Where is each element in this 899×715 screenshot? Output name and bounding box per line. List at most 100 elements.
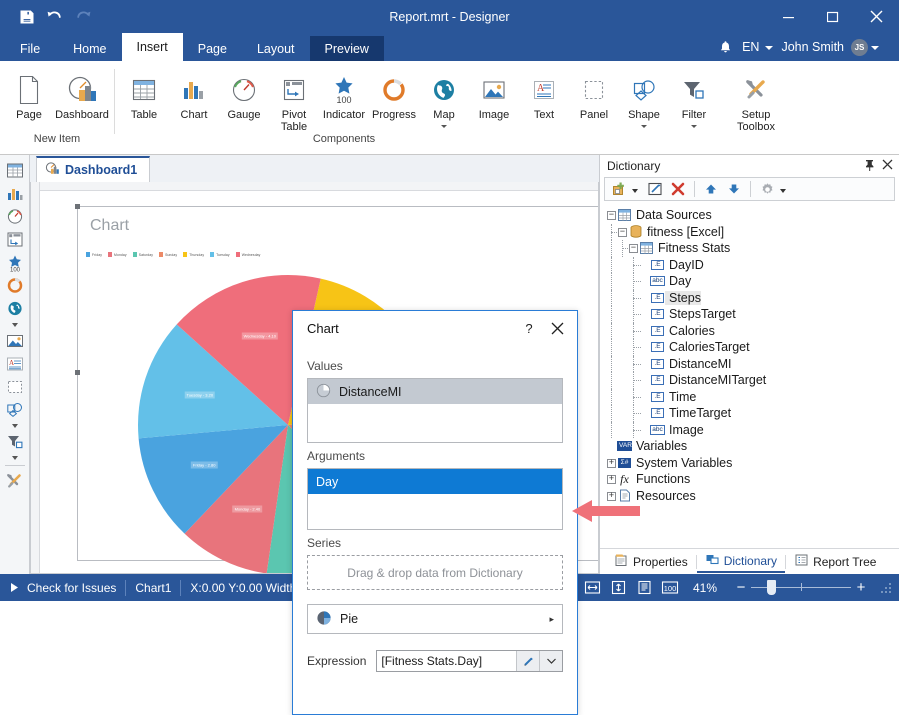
ribbon-tab-page[interactable]: Page <box>183 36 242 61</box>
edit-icon[interactable] <box>645 179 665 199</box>
toolbox-shape-chevron-down-icon[interactable] <box>2 421 28 430</box>
ribbon-tab-preview[interactable]: Preview <box>310 36 384 61</box>
bell-icon[interactable] <box>712 40 738 54</box>
ribbon-button-setup-toolbox[interactable]: Setup Toolbox <box>728 68 784 135</box>
ribbon-tab-home[interactable]: Home <box>58 36 121 61</box>
redo-icon[interactable] <box>70 5 96 29</box>
ribbon-button-filter[interactable]: Filter <box>669 68 719 130</box>
toolbox-panel-tool[interactable] <box>2 375 28 398</box>
tree-expander-slot[interactable] <box>639 405 650 422</box>
fit-height-icon[interactable] <box>605 577 631 599</box>
tree-expander-slot[interactable]: − <box>628 240 639 257</box>
toolbox-filter-chevron-down-icon[interactable] <box>2 453 28 462</box>
tree-expander-slot[interactable] <box>639 422 650 439</box>
language-selector[interactable]: EN <box>738 40 762 54</box>
tree-expander-slot[interactable] <box>639 372 650 389</box>
new-item-chevron-down-icon[interactable] <box>632 189 638 193</box>
tree-node-label[interactable]: System Variables <box>632 456 732 470</box>
dialog-close-icon[interactable] <box>543 314 571 342</box>
tree-node-label[interactable]: DistanceMITarget <box>665 373 766 387</box>
tree-node[interactable]: .EStepsTarget <box>606 306 899 323</box>
tree-node-label[interactable]: DistanceMI <box>665 357 732 371</box>
maximize-button[interactable] <box>811 0 855 33</box>
zoom-100-icon[interactable]: 100 <box>657 577 683 599</box>
tree-node[interactable]: +Σ#System Variables <box>606 455 899 472</box>
ribbon-button-shape[interactable]: Shape <box>619 68 669 130</box>
tree-node[interactable]: .EDistanceMI <box>606 356 899 373</box>
chart-type-selector[interactable]: Pie ▸ <box>307 604 563 634</box>
tree-node-label[interactable]: Variables <box>632 439 687 453</box>
chart-type-expand-icon[interactable]: ▸ <box>549 614 554 625</box>
toolbox-filter-tool[interactable] <box>2 430 28 453</box>
zoom-slider[interactable]: − + <box>731 581 871 595</box>
tree-node[interactable]: − fitness [Excel] <box>606 224 899 241</box>
gear-icon[interactable] <box>757 179 777 199</box>
tree-expander-slot[interactable] <box>639 257 650 274</box>
zoom-out-button[interactable]: − <box>731 581 751 595</box>
panel-tab-dictionary[interactable]: Dictionary <box>697 551 785 573</box>
toolbox-pivot-table-tool[interactable] <box>2 228 28 251</box>
delete-x-icon[interactable] <box>668 179 688 199</box>
tree-node[interactable]: VARVariables <box>606 438 899 455</box>
toolbox-indicator-tool[interactable]: 100 <box>2 251 28 274</box>
tree-node-label[interactable]: Image <box>665 423 704 437</box>
ribbon-button-progress[interactable]: Progress <box>369 68 419 124</box>
ribbon-button-table[interactable]: Table <box>119 68 169 124</box>
tree-expander-slot[interactable] <box>639 389 650 406</box>
tree-expander-slot[interactable]: − <box>617 224 628 241</box>
tree-node[interactable]: +fxFunctions <box>606 471 899 488</box>
tree-node[interactable]: .EDistanceMITarget <box>606 372 899 389</box>
close-icon[interactable] <box>882 159 893 173</box>
zoom-slider-thumb[interactable] <box>767 580 776 595</box>
panel-tab-properties[interactable]: Properties <box>606 551 696 573</box>
zoom-level[interactable]: 41% <box>683 581 727 595</box>
tree-expander[interactable]: − <box>629 244 638 253</box>
arguments-list[interactable]: Day <box>307 468 563 530</box>
ribbon-button-text[interactable]: A Text <box>519 68 569 124</box>
toolbox-table-tool[interactable] <box>2 159 28 182</box>
dictionary-tree[interactable]: −Data Sources−fitness [Excel]−Fitness St… <box>600 201 899 548</box>
ribbon-button-image[interactable]: Image <box>469 68 519 124</box>
toolbox-progress-tool[interactable] <box>2 274 28 297</box>
tree-node[interactable]: +Resources <box>606 488 899 505</box>
tree-expander-slot[interactable] <box>639 306 650 323</box>
tree-node-label[interactable]: fitness [Excel] <box>643 225 724 239</box>
toolbox-setup-toolbox-tool[interactable] <box>2 469 28 492</box>
tree-node[interactable]: abcImage <box>606 422 899 439</box>
toolbox-gauge-tool[interactable] <box>2 205 28 228</box>
fit-width-icon[interactable] <box>579 577 605 599</box>
tree-node-label[interactable]: Functions <box>632 472 690 486</box>
user-name[interactable]: John Smith <box>781 40 844 54</box>
toolbox-text-tool[interactable]: A <box>2 352 28 375</box>
tree-node-label[interactable]: Steps <box>665 291 701 305</box>
tree-node-label[interactable]: Day <box>665 274 691 288</box>
tree-node[interactable]: .ETime <box>606 389 899 406</box>
toolbox-map-chevron-down-icon[interactable] <box>2 320 28 329</box>
chevron-down-icon[interactable] <box>765 46 773 50</box>
ribbon-button-indicator[interactable]: 100 Indicator <box>319 68 369 124</box>
zoom-in-button[interactable]: + <box>851 581 871 595</box>
toolbox-shape-tool[interactable] <box>2 398 28 421</box>
tree-node-label[interactable]: DayID <box>665 258 704 272</box>
ribbon-tab-file[interactable]: File <box>0 36 58 61</box>
shape-chevron-down-icon[interactable] <box>641 125 647 128</box>
expression-input[interactable]: [Fitness Stats.Day] <box>376 650 563 672</box>
document-tab-dashboard1[interactable]: Dashboard1 <box>36 156 150 182</box>
toolbox-map-tool[interactable] <box>2 297 28 320</box>
avatar[interactable]: JS <box>851 39 868 56</box>
ribbon-button-page[interactable]: Page <box>4 68 54 124</box>
tree-expander[interactable]: + <box>607 459 616 468</box>
minimize-button[interactable] <box>767 0 811 33</box>
ribbon-button-gauge[interactable]: Gauge <box>219 68 269 124</box>
arrow-up-icon[interactable] <box>701 179 721 199</box>
resize-handle-ml[interactable] <box>75 370 80 375</box>
undo-icon[interactable] <box>42 5 68 29</box>
tree-expander-slot[interactable]: − <box>606 207 617 224</box>
tree-node[interactable]: .EDayID <box>606 257 899 274</box>
tree-node-label[interactable]: TimeTarget <box>665 406 731 420</box>
arguments-list-item[interactable]: Day <box>308 469 562 494</box>
tree-expander-slot[interactable] <box>639 356 650 373</box>
ribbon-button-dashboard[interactable]: Dashboard <box>54 68 110 124</box>
tree-expander[interactable]: − <box>618 228 627 237</box>
ribbon-button-map[interactable]: Map <box>419 68 469 130</box>
